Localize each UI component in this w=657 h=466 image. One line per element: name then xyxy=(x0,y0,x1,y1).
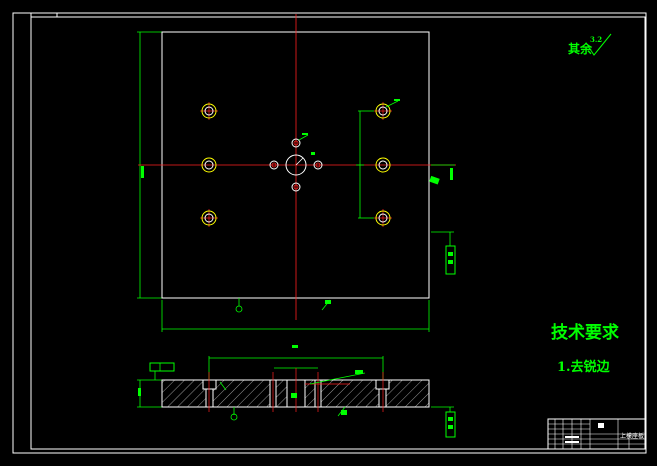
roughness-note: 其余 3.2 xyxy=(568,33,612,56)
title-block-name: 上模座板 xyxy=(620,432,644,440)
plan-view xyxy=(137,14,456,332)
datum-label xyxy=(445,411,456,438)
drawing-number-box xyxy=(30,12,58,18)
tech-title: 技术要求 xyxy=(551,322,619,343)
cad-drawing: 其余 3.2 技术要求 1.去锐边 上模座板 xyxy=(12,12,647,454)
tech-item: 1.去锐边 xyxy=(557,359,611,375)
roughness-value: 3.2 xyxy=(590,35,602,44)
title-block: 上模座板 xyxy=(547,418,646,450)
section-view xyxy=(137,345,456,438)
technical-requirements: 技术要求 1.去锐边 xyxy=(551,322,619,375)
tolerance-frame xyxy=(149,362,175,372)
